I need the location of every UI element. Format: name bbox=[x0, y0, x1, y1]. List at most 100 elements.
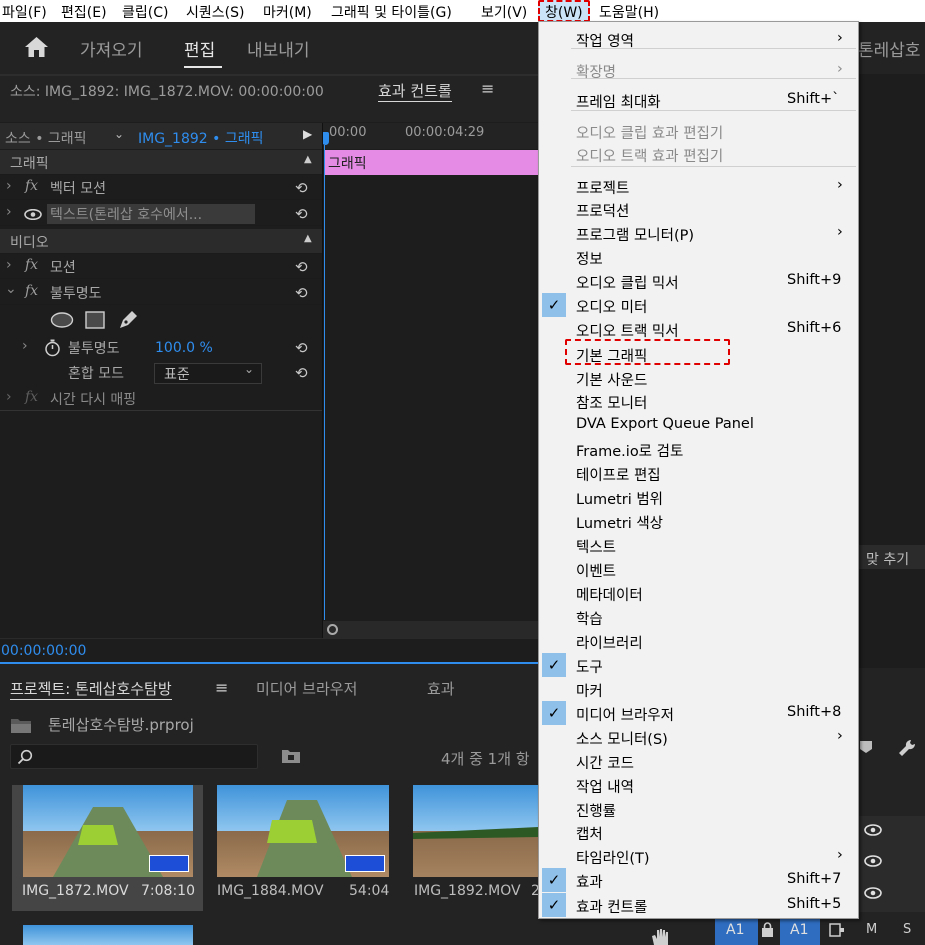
menu-clip[interactable]: 클립(C) bbox=[122, 2, 168, 22]
expand-chevron-icon[interactable]: › bbox=[6, 257, 12, 273]
play-arrow-icon[interactable]: ▶ bbox=[303, 127, 312, 141]
solo-button[interactable]: S bbox=[903, 922, 911, 937]
lock-icon[interactable] bbox=[761, 922, 774, 937]
tab-effects[interactable]: 효과 bbox=[427, 678, 455, 699]
menu-item[interactable]: 오디오 클립 믹서 Shift+9 bbox=[539, 269, 858, 293]
menu-item[interactable]: Lumetri 색상 bbox=[539, 509, 858, 533]
menu-item[interactable]: Lumetri 범위 bbox=[539, 485, 858, 509]
menu-help[interactable]: 도움말(H) bbox=[599, 2, 659, 22]
fx-icon[interactable]: fx bbox=[25, 257, 38, 273]
menu-item[interactable]: ✓ 효과 컨트롤 Shift+5 bbox=[539, 893, 858, 917]
clip-selector-master[interactable]: 소스 • 그래픽 bbox=[5, 128, 87, 148]
eye-icon[interactable] bbox=[864, 824, 882, 836]
menu-item[interactable]: 텍스트 bbox=[539, 533, 858, 557]
rectangle-mask-icon[interactable] bbox=[85, 311, 105, 329]
expand-chevron-icon[interactable]: › bbox=[6, 204, 12, 220]
eye-icon[interactable] bbox=[864, 887, 882, 899]
menu-item[interactable]: 작업 영역 › bbox=[539, 27, 858, 51]
menu-edit[interactable]: 편집(E) bbox=[61, 2, 107, 22]
thumbnail[interactable] bbox=[217, 785, 389, 877]
pen-mask-icon[interactable] bbox=[117, 309, 139, 331]
menu-item[interactable]: 마커 bbox=[539, 677, 858, 701]
panel-menu-icon[interactable]: ≡ bbox=[481, 79, 494, 98]
menu-item[interactable]: ✓ 도구 bbox=[539, 653, 858, 677]
collapse-up-icon[interactable]: ▲ bbox=[304, 154, 312, 165]
eye-icon[interactable] bbox=[24, 209, 42, 220]
source-tab[interactable]: 소스: IMG_1892: IMG_1872.MOV: 00:00:00:00 bbox=[10, 81, 324, 101]
thumbnail[interactable] bbox=[23, 785, 193, 877]
tab-edit[interactable]: 편집 bbox=[184, 36, 215, 61]
menu-view[interactable]: 보기(V) bbox=[481, 2, 527, 22]
menu-item[interactable]: 프로젝트 › bbox=[539, 174, 858, 198]
expand-chevron-icon[interactable]: › bbox=[6, 178, 12, 194]
menu-item[interactable]: 진행률 bbox=[539, 797, 858, 821]
menu-item[interactable]: 테이프로 편집 bbox=[539, 461, 858, 485]
menu-item[interactable]: 기본 사운드 bbox=[539, 366, 858, 390]
timecode[interactable]: 00:00:00:00 bbox=[1, 643, 86, 659]
home-icon[interactable] bbox=[24, 36, 49, 58]
fx-icon[interactable]: fx bbox=[25, 178, 38, 194]
row-motion[interactable]: › fx 모션 ⟲ bbox=[0, 254, 322, 279]
expand-chevron-icon[interactable]: › bbox=[6, 389, 12, 405]
thumbnail[interactable] bbox=[23, 925, 193, 945]
tab-project[interactable]: 프로젝트: 톤레삽호수탐방 bbox=[10, 678, 172, 700]
menu-item[interactable]: 작업 내역 bbox=[539, 773, 858, 797]
menu-item[interactable]: 오디오 트랙 믹서 Shift+6 bbox=[539, 317, 858, 341]
menu-item[interactable]: ✓ 오디오 미터 bbox=[539, 293, 858, 317]
menu-item[interactable]: 프레임 최대화 Shift+` bbox=[539, 88, 858, 112]
reset-icon[interactable]: ⟲ bbox=[295, 205, 311, 223]
zoom-handle[interactable] bbox=[327, 624, 338, 635]
menu-item[interactable]: ✓ 미디어 브라우저 Shift+8 bbox=[539, 701, 858, 725]
menu-item[interactable]: 시간 코드 bbox=[539, 749, 858, 773]
menu-item[interactable]: 캡처 bbox=[539, 820, 858, 844]
menu-item[interactable]: 라이브러리 bbox=[539, 629, 858, 653]
collapse-up-icon[interactable]: ▲ bbox=[304, 233, 312, 244]
reset-icon[interactable]: ⟲ bbox=[295, 284, 311, 302]
tab-media-browser[interactable]: 미디어 브라우저 bbox=[256, 678, 357, 699]
panel-menu-icon[interactable]: ≡ bbox=[215, 678, 228, 697]
collapse-chevron-icon[interactable]: ⌄ bbox=[5, 281, 17, 297]
chevron-down-icon[interactable]: ⌄ bbox=[114, 127, 124, 141]
row-text-layer[interactable]: › 텍스트(톤레삽 호수에서... ⟲ bbox=[0, 201, 322, 226]
sync-lock-icon[interactable] bbox=[829, 923, 845, 937]
mute-button[interactable]: M bbox=[866, 922, 877, 937]
playhead-handle[interactable] bbox=[322, 132, 329, 145]
menu-item[interactable]: 메타데이터 bbox=[539, 581, 858, 605]
menu-item[interactable]: 정보 bbox=[539, 245, 858, 269]
menu-item[interactable]: 학습 bbox=[539, 605, 858, 629]
hand-tool-icon[interactable] bbox=[650, 928, 672, 945]
menu-item[interactable]: 타임라인(T) › bbox=[539, 844, 858, 868]
new-bin-icon[interactable] bbox=[281, 748, 301, 764]
stopwatch-icon[interactable] bbox=[44, 339, 61, 357]
tab-effect-controls[interactable]: 효과 컨트롤 bbox=[378, 80, 452, 102]
menu-item[interactable]: 프로그램 모니터(P) › bbox=[539, 221, 858, 245]
expand-chevron-icon[interactable]: › bbox=[22, 338, 28, 354]
search-input[interactable] bbox=[10, 744, 258, 769]
tab-export[interactable]: 내보내기 bbox=[247, 36, 310, 61]
zoom-scrollbar[interactable] bbox=[323, 621, 538, 638]
fx-icon[interactable]: fx bbox=[25, 283, 38, 299]
fx-icon[interactable]: fx bbox=[25, 389, 38, 405]
reset-icon[interactable]: ⟲ bbox=[295, 364, 311, 382]
menu-graphics-titles[interactable]: 그래픽 및 타이틀(G) bbox=[331, 2, 452, 22]
reset-icon[interactable]: ⟲ bbox=[295, 339, 311, 357]
menu-item[interactable]: 이벤트 bbox=[539, 557, 858, 581]
menu-item[interactable]: DVA Export Queue Panel bbox=[539, 413, 858, 437]
eye-icon[interactable] bbox=[864, 855, 882, 867]
opacity-value[interactable]: 100.0 % bbox=[155, 340, 213, 356]
ellipse-mask-icon[interactable] bbox=[50, 312, 74, 328]
menu-item[interactable]: 프로덕션 bbox=[539, 197, 858, 221]
row-opacity[interactable]: ⌄ fx 불투명도 ⟲ bbox=[0, 280, 322, 305]
menu-item[interactable]: 기본 그래픽 bbox=[539, 339, 858, 366]
menu-sequence[interactable]: 시퀀스(S) bbox=[186, 2, 244, 22]
tab-import[interactable]: 가져오기 bbox=[80, 36, 143, 61]
chevron-down-icon[interactable]: ⌄ bbox=[244, 362, 254, 376]
menu-file[interactable]: 파일(F) bbox=[2, 2, 47, 22]
menu-item[interactable]: 소스 모니터(S) › bbox=[539, 725, 858, 749]
menu-item[interactable]: Frame.io로 검토 bbox=[539, 437, 858, 461]
menu-item[interactable]: ✓ 효과 Shift+7 bbox=[539, 868, 858, 892]
reset-icon[interactable]: ⟲ bbox=[295, 179, 311, 197]
menu-window[interactable]: 창(W) bbox=[545, 2, 583, 22]
row-time-remap[interactable]: › fx 시간 다시 매핑 bbox=[0, 386, 322, 411]
menu-item[interactable]: 참조 모니터 bbox=[539, 389, 858, 413]
